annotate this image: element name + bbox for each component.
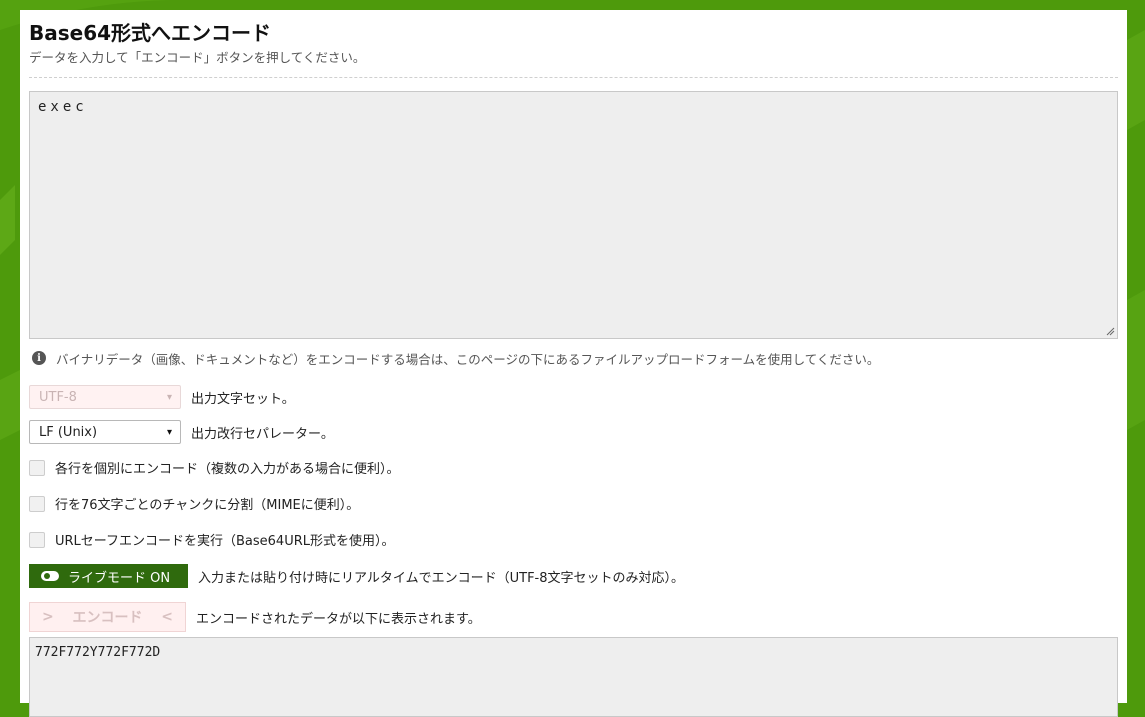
live-mode-description: 入力または貼り付け時にリアルタイムでエンコード（UTF-8文字セットのみ対応）。 [198,570,685,586]
output-text: 772F772Y772F772D [35,645,161,660]
chevron-down-icon: ▾ [166,426,172,438]
chunks-checkbox[interactable] [29,495,45,512]
info-icon: i [32,351,46,365]
live-mode-button[interactable]: ライブモード ON [29,564,188,588]
encode-description: エンコードされたデータが以下に表示されます。 [196,611,481,627]
chunks-row: 行を76文字ごとのチャンクに分割（MIMEに便利）。 [29,494,1118,513]
url-safe-row: URLセーフエンコードを実行（Base64URL形式を使用）。 [29,530,1118,549]
each-line-checkbox[interactable] [29,459,45,476]
info-text: バイナリデータ（画像、ドキュメントなど）をエンコードする場合は、このページの下に… [56,351,880,367]
each-line-row: 各行を個別にエンコード（複数の入力がある場合に便利）。 [29,458,1118,477]
output-textarea[interactable]: 772F772Y772F772D [29,637,1118,717]
charset-value: UTF-8 [39,389,77,405]
page-title: Base64形式へエンコード [29,21,272,45]
each-line-label[interactable]: 各行を個別にエンコード（複数の入力がある場合に便利）。 [55,458,400,477]
live-mode-label: ライブモード ON [68,570,171,586]
chevron-right-icon: > [42,609,54,625]
toggle-icon [41,571,59,581]
page-subtitle: データを入力して「エンコード」ボタンを押してください。 [29,50,366,65]
charset-select[interactable]: UTF-8 ▾ [29,385,181,409]
url-safe-checkbox[interactable] [29,531,45,548]
newline-select[interactable]: LF (Unix) ▾ [29,420,181,444]
resize-grip-icon[interactable] [1106,327,1115,336]
live-mode-row: ライブモード ON 入力または貼り付け時にリアルタイムでエンコード（UTF-8文… [29,564,1118,588]
encode-button-label: エンコード [72,610,143,626]
encode-row: > エンコード < エンコードされたデータが以下に表示されます。 [29,602,1118,632]
chevron-down-icon: ▾ [166,391,172,403]
newline-row: LF (Unix) ▾ 出力改行セパレーター。 [29,420,1118,444]
input-text: exec [38,99,88,115]
newline-label: 出力改行セパレーター。 [191,426,334,442]
encode-button[interactable]: > エンコード < [29,602,186,632]
encoder-panel: Base64形式へエンコード データを入力して「エンコード」ボタンを押してくださ… [20,10,1127,717]
chunks-label[interactable]: 行を76文字ごとのチャンクに分割（MIMEに便利）。 [55,494,359,513]
newline-value: LF (Unix) [39,424,98,440]
info-note: i バイナリデータ（画像、ドキュメントなど）をエンコードする場合は、このページの… [29,349,1118,367]
chevron-left-icon: < [161,609,173,625]
input-textarea[interactable]: exec [29,91,1118,339]
charset-label: 出力文字セット。 [191,391,295,407]
charset-row: UTF-8 ▾ 出力文字セット。 [29,385,1118,409]
url-safe-label[interactable]: URLセーフエンコードを実行（Base64URL形式を使用）。 [55,530,395,549]
divider [29,77,1118,78]
